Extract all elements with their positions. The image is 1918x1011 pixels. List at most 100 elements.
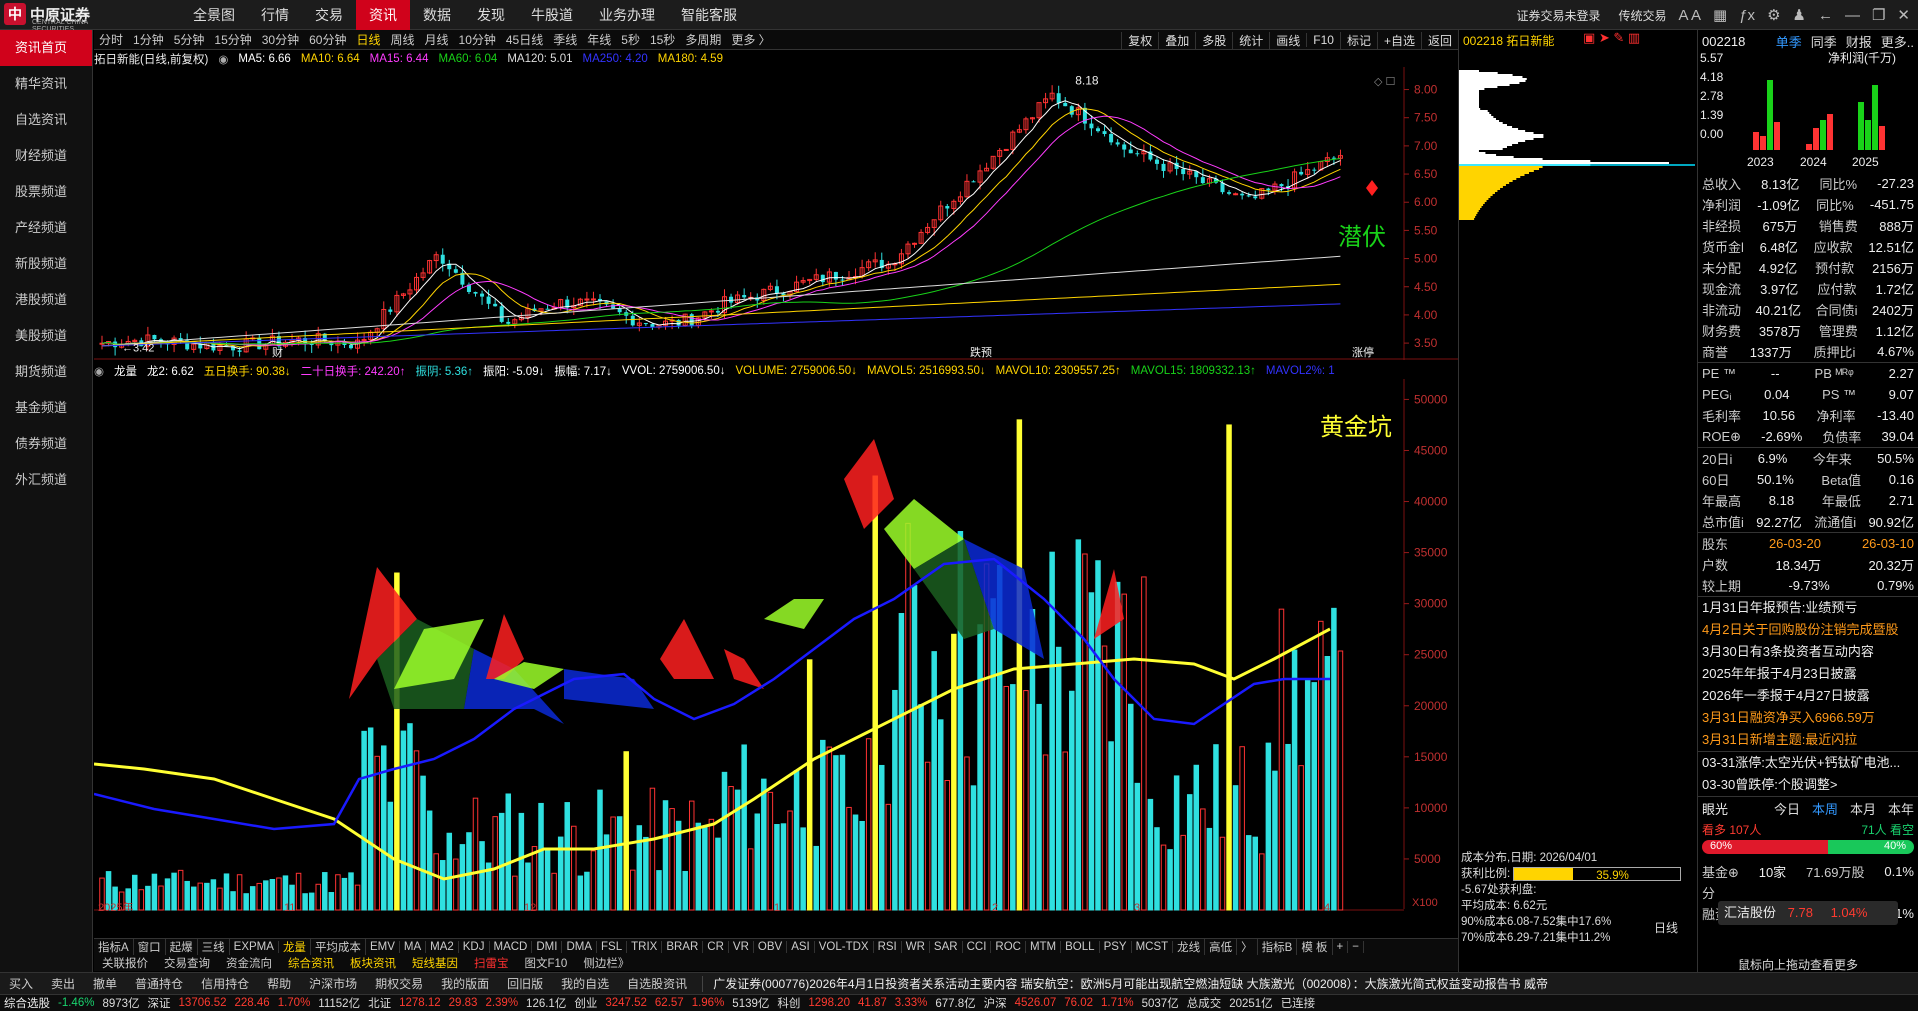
indicator-tab-34[interactable]: 指标B	[1258, 939, 1298, 955]
tool-7[interactable]: +自选	[1376, 31, 1421, 49]
minimize-icon[interactable]: —	[1845, 7, 1860, 24]
period-8[interactable]: 月线	[420, 31, 454, 48]
candlestick-chart[interactable]: 8.00 7.50 7.00 6.50 6.00 5.50 5.00 4.50 4.00 3.50…	[94, 67, 1458, 360]
toolbar-btn-10[interactable]: 我的自选	[552, 975, 618, 992]
indicator-tab-27[interactable]: MTM	[1026, 941, 1062, 953]
indicator-tab-1[interactable]: 窗口	[134, 939, 166, 955]
indicator-tab-25[interactable]: CCI	[963, 941, 992, 953]
indicator-tab-14[interactable]: FSL	[597, 941, 628, 953]
indicator-tab-33[interactable]: 〉	[1237, 939, 1258, 955]
indicator-tab-6[interactable]: 平均成本	[311, 939, 366, 955]
indicator-tab-2[interactable]: 起爆	[166, 939, 198, 955]
period-0[interactable]: 分时	[94, 31, 128, 48]
indicator-tab-4[interactable]: EXPMA	[230, 941, 279, 953]
info-tab-3[interactable]: 综合资讯	[280, 955, 342, 971]
restore-icon[interactable]: ❐	[1872, 6, 1885, 24]
indicator-tab-16[interactable]: BRAR	[662, 941, 704, 953]
nav-tab-2[interactable]: 交易	[302, 0, 356, 30]
info-tab-2[interactable]: 资金流向	[218, 955, 280, 971]
toolbar-btn-1[interactable]: 卖出	[42, 975, 84, 992]
period-15[interactable]: 多周期	[680, 31, 726, 48]
sidebar-item-12[interactable]: 外汇频道	[0, 462, 92, 498]
indicator-tab-26[interactable]: ROC	[991, 941, 1026, 953]
info-tab-4[interactable]: 板块资讯	[342, 955, 404, 971]
indicator-tab-3[interactable]: 三线	[198, 939, 230, 955]
indicator-tab-19[interactable]: OBV	[754, 941, 788, 953]
toolbar-btn-11[interactable]: 自选股资讯	[618, 975, 696, 992]
period-13[interactable]: 5秒	[616, 31, 645, 48]
news-item-2[interactable]: 3月30日有3条投资者互动内容	[1698, 641, 1918, 663]
indicator-tab-13[interactable]: DMA	[562, 941, 598, 953]
indicator-tab-35[interactable]: 模 板	[1297, 939, 1333, 955]
login-status[interactable]: 证券交易未登录	[1516, 7, 1600, 24]
period-4[interactable]: 30分钟	[257, 31, 304, 48]
sidebar-item-7[interactable]: 港股频道	[0, 282, 92, 318]
indicator-tab-7[interactable]: EMV	[366, 941, 400, 953]
indicator-tab-20[interactable]: ASI	[787, 941, 815, 953]
info-tab-5[interactable]: 短线基因	[404, 955, 466, 971]
indicator-tab-29[interactable]: PSY	[1100, 941, 1132, 953]
nav-tab-6[interactable]: 牛股道	[518, 0, 586, 30]
info-tab-7[interactable]: 图文F10	[517, 955, 576, 971]
toolbar-btn-8[interactable]: 我的版面	[432, 975, 498, 992]
news-item-6[interactable]: 3月31日新增主题:最近闪拉	[1698, 729, 1918, 751]
tool-3[interactable]: 统计	[1232, 31, 1269, 49]
nav-tab-8[interactable]: 智能客服	[668, 0, 750, 30]
news-item-0[interactable]: 1月31日年报预告:业绩预亏	[1698, 597, 1918, 619]
indicator-tab-31[interactable]: 龙线	[1173, 939, 1206, 955]
news2-item-0[interactable]: 03-31涨停:太空光伏+钙钛矿电池...	[1698, 752, 1918, 774]
tool-0[interactable]: 复权	[1121, 31, 1158, 49]
nav-tab-3[interactable]: 资讯	[356, 0, 410, 30]
sidebar-item-5[interactable]: 产经频道	[0, 210, 92, 246]
toolbar-btn-2[interactable]: 撤单	[84, 975, 126, 992]
tool-1[interactable]: 叠加	[1158, 31, 1195, 49]
indicator-tab-11[interactable]: MACD	[490, 941, 533, 953]
toolbar-btn-6[interactable]: 沪深市场	[300, 975, 366, 992]
status-item-0[interactable]: 综合选股	[0, 995, 54, 1011]
sidebar-item-3[interactable]: 财经频道	[0, 138, 92, 174]
nav-tab-4[interactable]: 数据	[410, 0, 464, 30]
period-1[interactable]: 1分钟	[128, 31, 169, 48]
tool-6[interactable]: 标记	[1339, 31, 1377, 49]
eye-tab-2[interactable]: 本月	[1850, 799, 1876, 818]
grid-icon[interactable]: ▦	[1713, 6, 1727, 24]
shirt-icon[interactable]: ♟	[1793, 6, 1806, 24]
sidebar-item-1[interactable]: 精华资讯	[0, 66, 92, 102]
indicator-tab-28[interactable]: BOLL	[1061, 941, 1100, 953]
period-5[interactable]: 60分钟	[304, 31, 351, 48]
news-item-5[interactable]: 3月31日融资净买入6966.59万	[1698, 707, 1918, 729]
close-icon[interactable]: ✕	[1897, 6, 1910, 24]
period-2[interactable]: 5分钟	[169, 31, 210, 48]
nav-tab-5[interactable]: 发现	[464, 0, 518, 30]
panel-icons[interactable]: ▣ ➤ ✎ ▥	[1583, 30, 1640, 46]
tool-5[interactable]: F10	[1306, 33, 1340, 47]
sidebar-item-10[interactable]: 基金频道	[0, 390, 92, 426]
info-tab-1[interactable]: 交易查询	[156, 955, 218, 971]
settings-dot-icon[interactable]: ◉	[94, 364, 104, 378]
news2-item-1[interactable]: 03-30曾跌停:个股调整>	[1698, 774, 1918, 796]
indicator-tab-37[interactable]: −	[1348, 941, 1364, 953]
toolbar-btn-0[interactable]: 买入	[0, 975, 42, 992]
sidebar-item-8[interactable]: 美股频道	[0, 318, 92, 354]
indicator-tab-30[interactable]: MCST	[1132, 941, 1174, 953]
sidebar-item-2[interactable]: 自选资讯	[0, 102, 92, 138]
volume-chart[interactable]: 5000045000400003500030000250002000015000…	[94, 379, 1458, 911]
settings-dot-icon[interactable]: ◉	[218, 52, 228, 66]
period-6[interactable]: 日线	[351, 31, 385, 48]
info-tab-0[interactable]: 关联报价	[94, 955, 156, 971]
indicator-tab-9[interactable]: MA2	[426, 941, 459, 953]
period-11[interactable]: 季线	[548, 31, 582, 48]
fx-icon[interactable]: ƒx	[1739, 7, 1755, 24]
indicator-tab-12[interactable]: DMI	[532, 941, 563, 953]
period-10[interactable]: 45日线	[501, 31, 548, 48]
toolbar-btn-4[interactable]: 信用持仓	[192, 975, 258, 992]
period-16[interactable]: 更多 〉	[726, 31, 775, 48]
news-item-3[interactable]: 2025年年报于4月23日披露	[1698, 663, 1918, 685]
sidebar-item-9[interactable]: 期货频道	[0, 354, 92, 390]
indicator-tab-15[interactable]: TRIX	[627, 941, 663, 953]
indicator-tab-5[interactable]: 龙量	[279, 939, 311, 955]
news-ticker[interactable]: 广发证券(000776)2026年4月1日投资者关系活动主要内容 瑞安航空：欧洲…	[713, 975, 1548, 992]
rp-tab-1[interactable]: 同季	[1811, 32, 1837, 51]
indicator-tab-18[interactable]: VR	[729, 941, 754, 953]
toolbar-btn-3[interactable]: 普通持仓	[126, 975, 192, 992]
